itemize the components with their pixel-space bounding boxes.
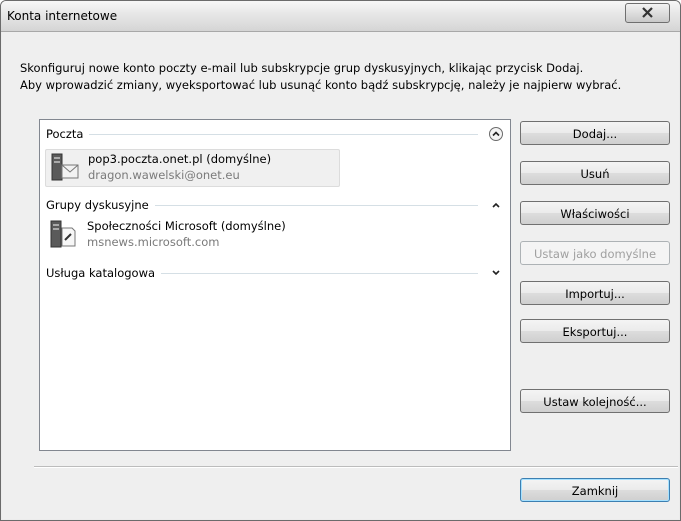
expand-icon[interactable] [488,265,504,281]
account-name: Społeczności Microsoft (domyślne) [87,219,286,233]
accounts-list[interactable]: Poczta pop3.poczta.onet.pl (domyślne) dr… [39,119,511,451]
account-row-mail[interactable]: pop3.poczta.onet.pl (domyślne) dragon.wa… [45,149,340,187]
group-divider [89,133,478,135]
close-button[interactable]: Zamknij [520,478,670,502]
group-divider [161,272,478,274]
title-bar[interactable]: Konta internetowe [1,1,680,32]
group-label-directory: Usługa katalogowa [46,266,156,280]
remove-button[interactable]: Usuń [520,161,670,185]
group-header-directory[interactable]: Usługa katalogowa [46,265,504,281]
group-divider [154,204,478,206]
properties-button[interactable]: Właściwości [520,201,670,225]
separator [34,466,678,468]
instructions: Skonfiguruj nowe konto poczty e-mail lub… [20,60,670,94]
close-window-button[interactable] [625,3,670,23]
close-icon [642,7,653,18]
group-header-mail[interactable]: Poczta [46,126,504,142]
window-title: Konta internetowe [7,9,118,23]
news-server-icon [48,220,78,250]
dialog-body: Skonfiguruj nowe konto poczty e-mail lub… [2,32,679,519]
collapse-icon[interactable] [488,197,504,213]
mail-server-icon [49,153,79,183]
account-detail: dragon.wawelski@onet.eu [88,168,240,182]
export-button[interactable]: Eksportuj... [520,319,670,343]
import-button[interactable]: Importuj... [520,281,670,305]
set-order-button[interactable]: Ustaw kolejność... [520,389,670,413]
account-row-news[interactable]: Społeczności Microsoft (domyślne) msnews… [45,217,338,253]
group-label-mail: Poczta [46,127,84,141]
account-detail: msnews.microsoft.com [87,235,220,249]
group-header-news[interactable]: Grupy dyskusyjne [46,197,504,213]
group-label-news: Grupy dyskusyjne [46,198,149,212]
add-button[interactable]: Dodaj... [520,121,670,145]
dialog-window: Konta internetowe Skonfiguruj nowe konto… [0,0,681,521]
set-default-button[interactable]: Ustaw jako domyślne [520,241,670,265]
collapse-circle-icon[interactable] [488,126,504,142]
instructions-line-2: Aby wprowadzić zmiany, wyeksportować lub… [20,78,622,92]
account-name: pop3.poczta.onet.pl (domyślne) [88,152,272,166]
instructions-line-1: Skonfiguruj nowe konto poczty e-mail lub… [20,61,584,75]
